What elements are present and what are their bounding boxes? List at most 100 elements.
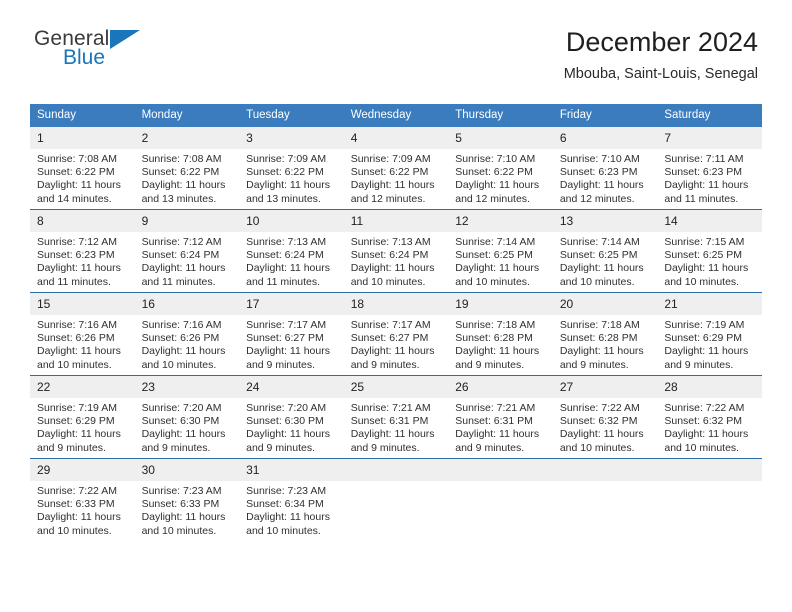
- calendar-day-cell[interactable]: 20 Sunrise: 7:18 AM Sunset: 6:28 PM Dayl…: [552, 292, 658, 376]
- daylight-text-line1: Daylight: 11 hours: [559, 179, 644, 192]
- daylight-text-line1: Daylight: 11 hours: [246, 345, 330, 358]
- daylight-text-line1: Daylight: 11 hours: [455, 345, 540, 358]
- calendar-day-cell[interactable]: 30 Sunrise: 7:23 AM Sunset: 6:33 PM Dayl…: [134, 458, 240, 541]
- day-info: Sunrise: 7:14 AM Sunset: 6:25 PM Dayligh…: [448, 232, 553, 289]
- day-number: 22: [30, 376, 135, 398]
- day-number: [343, 459, 449, 481]
- calendar-day-cell[interactable]: 12 Sunrise: 7:14 AM Sunset: 6:25 PM Dayl…: [448, 209, 553, 293]
- calendar-day-cell[interactable]: 26 Sunrise: 7:21 AM Sunset: 6:31 PM Dayl…: [448, 375, 553, 459]
- title-block: December 2024 Mbouba, Saint-Louis, Seneg…: [564, 26, 758, 84]
- sunrise-text: Sunrise: 7:17 AM: [350, 319, 431, 331]
- day-info: Sunrise: 7:14 AM Sunset: 6:25 PM Dayligh…: [553, 232, 658, 289]
- daylight-text-line1: Daylight: 11 hours: [350, 262, 435, 275]
- day-number: 9: [134, 210, 240, 232]
- sunset-text: Sunset: 6:28 PM: [559, 332, 638, 345]
- day-number: 15: [30, 293, 135, 315]
- daylight-text-line1: Daylight: 11 hours: [455, 179, 540, 192]
- calendar-day-cell[interactable]: 29 Sunrise: 7:22 AM Sunset: 6:33 PM Dayl…: [30, 458, 135, 541]
- daylight-text-line1: Daylight: 11 hours: [37, 262, 121, 275]
- sunset-text: Sunset: 6:29 PM: [664, 332, 743, 345]
- calendar-day-cell[interactable]: 14 Sunrise: 7:15 AM Sunset: 6:25 PM Dayl…: [657, 209, 762, 293]
- sunset-text: Sunset: 6:29 PM: [37, 415, 115, 428]
- calendar-day-cell[interactable]: 1 Sunrise: 7:08 AM Sunset: 6:22 PM Dayli…: [30, 127, 135, 210]
- calendar-day-cell[interactable]: 23 Sunrise: 7:20 AM Sunset: 6:30 PM Dayl…: [134, 375, 240, 459]
- sunrise-text: Sunrise: 7:09 AM: [246, 153, 327, 165]
- sunset-text: Sunset: 6:30 PM: [246, 415, 324, 428]
- daylight-text-line1: Daylight: 11 hours: [350, 345, 435, 358]
- sunrise-text: Sunrise: 7:22 AM: [37, 485, 117, 497]
- calendar-day-cell[interactable]: 25 Sunrise: 7:21 AM Sunset: 6:31 PM Dayl…: [343, 375, 449, 459]
- calendar-day-cell[interactable]: 16 Sunrise: 7:16 AM Sunset: 6:26 PM Dayl…: [134, 292, 240, 376]
- day-number: 31: [239, 459, 344, 481]
- calendar-day-cell[interactable]: 7 Sunrise: 7:11 AM Sunset: 6:23 PM Dayli…: [657, 127, 762, 210]
- calendar-day-cell[interactable]: 17 Sunrise: 7:17 AM Sunset: 6:27 PM Dayl…: [239, 292, 344, 376]
- day-number: 23: [134, 376, 240, 398]
- daylight-text-line1: Daylight: 11 hours: [455, 262, 540, 275]
- calendar-day-cell[interactable]: 31 Sunrise: 7:23 AM Sunset: 6:34 PM Dayl…: [239, 458, 344, 541]
- sunrise-text: Sunrise: 7:21 AM: [455, 402, 536, 414]
- calendar-day-cell[interactable]: 2 Sunrise: 7:08 AM Sunset: 6:22 PM Dayli…: [134, 127, 240, 210]
- calendar-day-cell[interactable]: 24 Sunrise: 7:20 AM Sunset: 6:30 PM Dayl…: [239, 375, 344, 459]
- sunset-text: Sunset: 6:22 PM: [246, 166, 324, 179]
- calendar-day-cell[interactable]: 27 Sunrise: 7:22 AM Sunset: 6:32 PM Dayl…: [552, 375, 658, 459]
- daylight-text-line2: and 12 minutes.: [559, 192, 635, 205]
- day-number: [552, 459, 658, 481]
- calendar-day-cell[interactable]: 10 Sunrise: 7:13 AM Sunset: 6:24 PM Dayl…: [239, 209, 344, 293]
- day-info: Sunrise: 7:18 AM Sunset: 6:28 PM Dayligh…: [448, 315, 553, 372]
- sunrise-text: Sunrise: 7:13 AM: [350, 236, 431, 248]
- sunset-text: Sunset: 6:30 PM: [141, 415, 220, 428]
- calendar-day-cell[interactable]: 13 Sunrise: 7:14 AM Sunset: 6:25 PM Dayl…: [552, 209, 658, 293]
- calendar-day-cell[interactable]: 28 Sunrise: 7:22 AM Sunset: 6:32 PM Dayl…: [657, 375, 762, 459]
- sunrise-text: Sunrise: 7:18 AM: [455, 319, 536, 331]
- day-info: Sunrise: 7:21 AM Sunset: 6:31 PM Dayligh…: [448, 398, 553, 455]
- day-number: 10: [239, 210, 344, 232]
- day-number: 28: [657, 376, 762, 398]
- sunset-text: Sunset: 6:26 PM: [37, 332, 115, 345]
- daylight-text-line2: and 10 minutes.: [664, 441, 740, 454]
- calendar-day-cell[interactable]: 22 Sunrise: 7:19 AM Sunset: 6:29 PM Dayl…: [30, 375, 135, 459]
- sunrise-text: Sunrise: 7:17 AM: [246, 319, 327, 331]
- daylight-text-line1: Daylight: 11 hours: [141, 179, 226, 192]
- day-info: Sunrise: 7:18 AM Sunset: 6:28 PM Dayligh…: [553, 315, 658, 372]
- calendar-day-cell[interactable]: 15 Sunrise: 7:16 AM Sunset: 6:26 PM Dayl…: [30, 292, 135, 376]
- calendar-day-cell[interactable]: 6 Sunrise: 7:10 AM Sunset: 6:23 PM Dayli…: [552, 127, 658, 210]
- daylight-text-line2: and 9 minutes.: [455, 358, 525, 371]
- day-number: 14: [657, 210, 762, 232]
- calendar-day-cell[interactable]: 8 Sunrise: 7:12 AM Sunset: 6:23 PM Dayli…: [30, 209, 135, 293]
- sunset-text: Sunset: 6:32 PM: [559, 415, 638, 428]
- calendar-day-cell[interactable]: 21 Sunrise: 7:19 AM Sunset: 6:29 PM Dayl…: [657, 292, 762, 376]
- calendar-day-cell[interactable]: 11 Sunrise: 7:13 AM Sunset: 6:24 PM Dayl…: [343, 209, 449, 293]
- daylight-text-line1: Daylight: 11 hours: [455, 428, 540, 441]
- calendar-day-cell[interactable]: 18 Sunrise: 7:17 AM Sunset: 6:27 PM Dayl…: [343, 292, 449, 376]
- daylight-text-line2: and 10 minutes.: [559, 275, 635, 288]
- daylight-text-line2: and 12 minutes.: [455, 192, 530, 205]
- weekday-header-friday: Friday: [552, 104, 658, 127]
- weekday-header-monday: Monday: [134, 104, 240, 127]
- sunrise-text: Sunrise: 7:21 AM: [350, 402, 431, 414]
- daylight-text-line2: and 10 minutes.: [664, 275, 740, 288]
- sunset-text: Sunset: 6:32 PM: [664, 415, 743, 428]
- day-number: 29: [30, 459, 135, 481]
- calendar-day-cell[interactable]: 5 Sunrise: 7:10 AM Sunset: 6:22 PM Dayli…: [448, 127, 553, 210]
- daylight-text-line1: Daylight: 11 hours: [246, 428, 330, 441]
- sunrise-text: Sunrise: 7:14 AM: [455, 236, 536, 248]
- sunset-text: Sunset: 6:33 PM: [37, 498, 115, 511]
- calendar-day-cell[interactable]: 4 Sunrise: 7:09 AM Sunset: 6:22 PM Dayli…: [343, 127, 449, 210]
- sunset-text: Sunset: 6:23 PM: [664, 166, 743, 179]
- sunrise-text: Sunrise: 7:12 AM: [37, 236, 117, 248]
- calendar-day-cell-empty: [552, 458, 658, 541]
- daylight-text-line2: and 13 minutes.: [141, 192, 217, 205]
- calendar-day-cell[interactable]: 3 Sunrise: 7:09 AM Sunset: 6:22 PM Dayli…: [239, 127, 344, 210]
- daylight-text-line2: and 11 minutes.: [37, 275, 111, 288]
- day-info: Sunrise: 7:08 AM Sunset: 6:22 PM Dayligh…: [30, 149, 135, 206]
- daylight-text-line2: and 9 minutes.: [350, 441, 420, 454]
- calendar-day-cell-empty: [657, 458, 762, 541]
- calendar-day-cell[interactable]: 9 Sunrise: 7:12 AM Sunset: 6:24 PM Dayli…: [134, 209, 240, 293]
- sunset-text: Sunset: 6:27 PM: [350, 332, 429, 345]
- daylight-text-line2: and 9 minutes.: [37, 441, 106, 454]
- calendar-day-cell[interactable]: 19 Sunrise: 7:18 AM Sunset: 6:28 PM Dayl…: [448, 292, 553, 376]
- day-info: Sunrise: 7:10 AM Sunset: 6:23 PM Dayligh…: [553, 149, 658, 206]
- brand-logo[interactable]: General Blue: [34, 28, 204, 76]
- sunrise-text: Sunrise: 7:10 AM: [455, 153, 536, 165]
- day-number: 6: [552, 127, 658, 149]
